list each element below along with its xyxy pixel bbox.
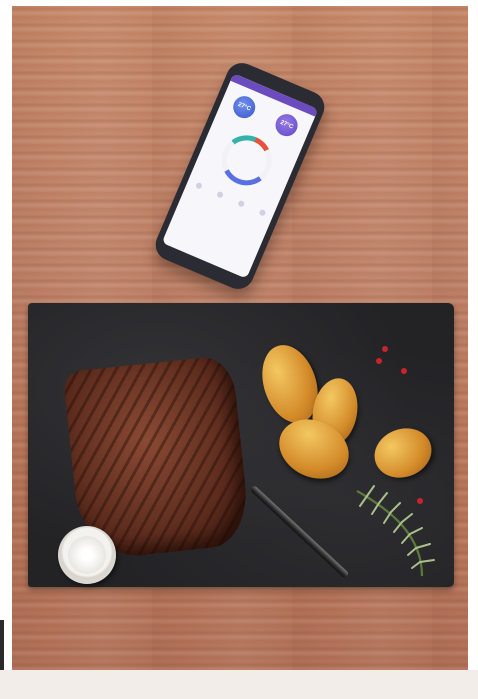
pink-peppercorn — [401, 368, 407, 374]
app-bottom-nav — [187, 178, 274, 219]
nav-icon — [194, 181, 203, 190]
smartphone: 27°C 27°C — [150, 58, 330, 294]
rosemary-sprig — [356, 485, 435, 577]
pink-peppercorn — [382, 346, 388, 352]
nav-icon — [236, 199, 245, 208]
temperature-row: 27°C 27°C — [219, 88, 312, 144]
probe-temp-right: 27°C — [272, 110, 301, 140]
page-bottom-margin — [0, 670, 478, 699]
nav-icon — [215, 190, 224, 199]
salt — [68, 536, 106, 574]
phone-screen: 27°C 27°C — [161, 73, 319, 279]
dial-center — [220, 134, 273, 187]
probe-temp-left: 27°C — [229, 92, 259, 122]
temperature-dial — [213, 127, 280, 194]
nav-icon — [258, 208, 266, 217]
pink-peppercorn — [376, 358, 382, 364]
product-photo: 27°C 27°C — [12, 6, 468, 670]
salt-dish — [58, 526, 116, 584]
